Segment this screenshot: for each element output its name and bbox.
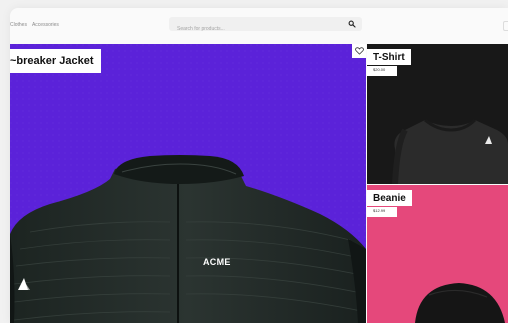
product-card-beanie[interactable]: Beanie $12.99 <box>367 185 508 323</box>
featured-product-card[interactable]: ACME ~breaker Jacket <box>10 44 366 323</box>
product-name: Beanie <box>367 190 412 206</box>
search-bar[interactable] <box>169 17 362 36</box>
heart-icon <box>354 47 364 55</box>
product-price: $20.00 <box>367 66 397 76</box>
nav-link-accessories[interactable]: Accessories <box>32 22 59 28</box>
search-input[interactable] <box>169 22 337 36</box>
product-price: $12.99 <box>367 207 397 217</box>
storefront-page: Clothes Accessories Search for products.… <box>10 8 508 323</box>
search-icon[interactable] <box>348 20 356 28</box>
featured-product-title: ~breaker Jacket <box>10 49 102 73</box>
jacket-brand-print: ACME <box>203 257 231 267</box>
product-card-tshirt[interactable]: T-Shirt $20.00 <box>367 44 508 184</box>
jacket-product-image <box>10 44 366 323</box>
site-header: Clothes Accessories <box>10 8 508 44</box>
wishlist-button[interactable] <box>352 44 366 58</box>
cart-button-edge[interactable] <box>503 21 508 31</box>
nav-link-clothes[interactable]: Clothes <box>10 22 27 28</box>
tshirt-product-image <box>392 118 508 184</box>
product-name: T-Shirt <box>367 49 411 65</box>
category-nav: Clothes Accessories <box>10 22 59 28</box>
